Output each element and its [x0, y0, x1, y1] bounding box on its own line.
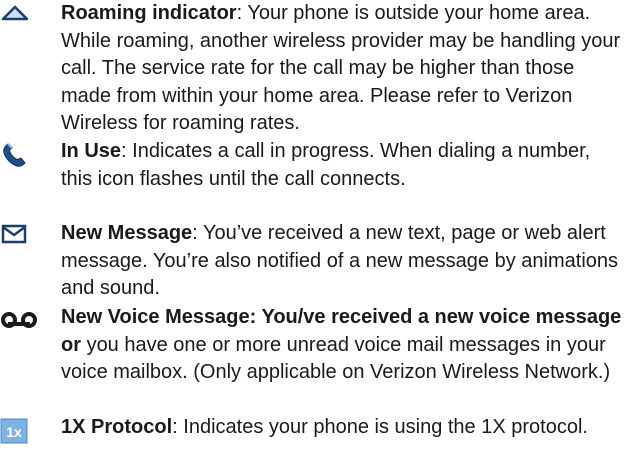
- 1x-icon-label: 1x: [6, 424, 22, 440]
- entry-term: In Use: [61, 140, 122, 162]
- 1x-protocol-icon: 1x: [0, 418, 56, 446]
- entry-description: Indicates a call in progress. When diali…: [61, 140, 591, 190]
- entry-description: you have one or more unread voice mail m…: [61, 333, 611, 384]
- new-message-text: New Message: You’ve received a new text,…: [61, 222, 619, 299]
- phone-handset-icon: [0, 140, 56, 168]
- new-voice-message-text: New Voice Message: You/ve received a new…: [61, 304, 624, 387]
- envelope-icon: [0, 222, 56, 250]
- entry-term: New Message: [61, 222, 193, 244]
- roaming-triangle-icon: [0, 4, 56, 32]
- in-use-text: In Use: Indicates a call in progress. Wh…: [61, 140, 591, 190]
- 1x-protocol-text: 1X Protocol: Indicates your phone is usi…: [61, 416, 588, 438]
- entry-term: 1X Protocol: [61, 416, 173, 438]
- entry-term: Roaming indicator: [61, 2, 237, 24]
- voicemail-icon: [0, 310, 56, 338]
- entry-description: Indicates your phone is using the 1X pro…: [183, 416, 588, 438]
- roaming-indicator-text: Roaming indicator: Your phone is outside…: [61, 2, 621, 134]
